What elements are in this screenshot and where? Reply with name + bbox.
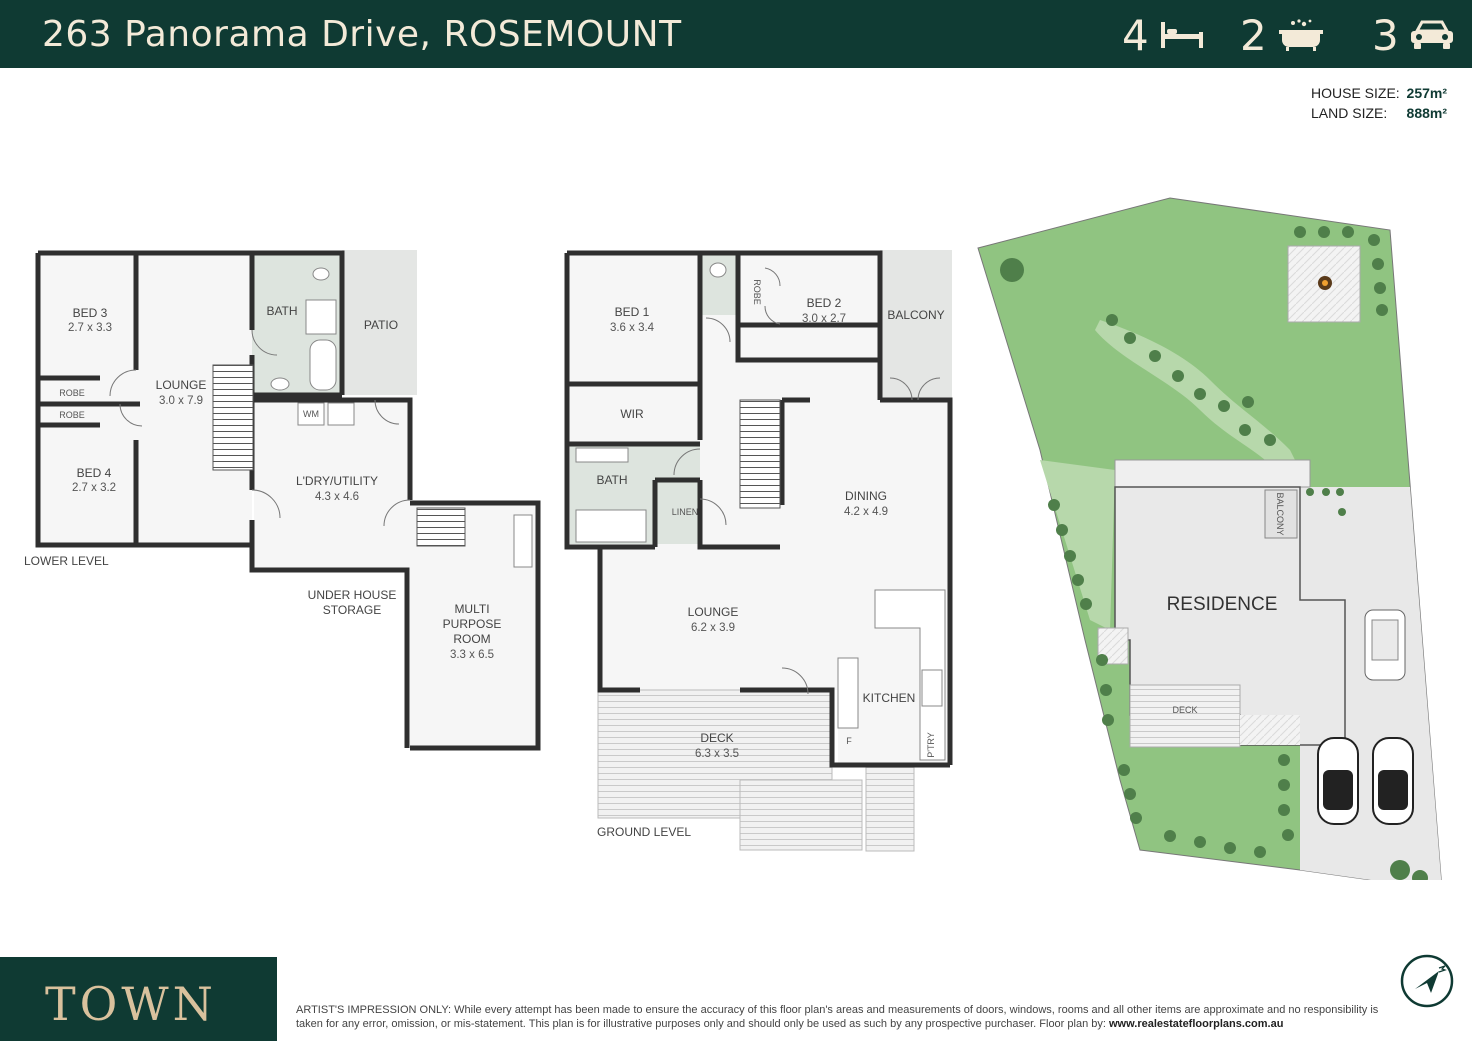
size-summary: HOUSE SIZE: 257m² LAND SIZE: 888m²: [1311, 85, 1447, 125]
bed4-dimensions: 2.7 x 3.2: [72, 482, 116, 494]
bed2-name: BED 2: [807, 296, 842, 310]
multi-room-dimensions: 3.3 x 6.5: [450, 649, 494, 661]
lower-level-label: LOWER LEVEL: [24, 554, 109, 568]
residence-label: RESIDENCE: [1167, 594, 1278, 615]
bathroom-number: 2: [1240, 10, 1267, 60]
ground-deck-dimensions: 6.3 x 3.5: [695, 748, 739, 760]
ground-stairs: [739, 399, 781, 509]
storage-line-2: STORAGE: [323, 603, 381, 617]
land-size-value: 888m²: [1406, 105, 1447, 121]
multi-room-bench: [513, 514, 533, 568]
floor-plan-drawing: BED 3 2.7 x 3.3 BED 4 2.7 x 3.2 ROBE ROB…: [24, 197, 1442, 880]
ground-toilet: [709, 262, 727, 278]
land-size-label: LAND SIZE:: [1311, 105, 1388, 121]
car-1-icon: [1317, 737, 1359, 825]
linen-label: LINEN: [672, 507, 699, 517]
bed1-dimensions: 3.6 x 3.4: [610, 322, 655, 334]
bedroom-count: 4: [1122, 10, 1205, 60]
lower-toilet: [312, 267, 330, 281]
lower-robe-2: ROBE: [59, 410, 85, 420]
lower-level-plan: BED 3 2.7 x 3.3 BED 4 2.7 x 3.2 ROBE ROB…: [24, 250, 541, 751]
bedroom-number: 4: [1122, 10, 1149, 60]
ground-vanity: [575, 447, 629, 463]
site-balcony-label: BALCONY: [1275, 492, 1285, 535]
lower-shower: [305, 299, 337, 335]
laundry-tub: [327, 402, 355, 426]
multi-room-line-3: ROOM: [453, 632, 490, 646]
balcony-floor: [880, 250, 952, 400]
kitchen-sink: [921, 669, 943, 707]
site-deck: [1129, 684, 1241, 748]
bed3-name: BED 3: [73, 306, 108, 320]
bed-icon: [1160, 22, 1203, 48]
ground-level-plan: BED 1 3.6 x 3.4 BED 2 3.0 x 2.7 ROBE BAL…: [564, 250, 953, 852]
fridge-label: F: [846, 736, 852, 746]
property-address: 263 Panorama Drive, ROSEMOUNT: [42, 14, 682, 55]
car-space-number: 3: [1372, 10, 1399, 60]
kitchen-steps: [865, 764, 915, 852]
pantry-label: P'TRY: [926, 732, 936, 758]
disclaimer-website: www.realestatefloorplans.com.au: [1109, 1018, 1284, 1030]
laundry-dimensions: 4.3 x 4.6: [315, 491, 359, 503]
lower-lounge-dimensions: 3.0 x 7.9: [159, 395, 203, 407]
brand-logo: TOWN: [45, 977, 217, 1031]
disclaimer: ARTIST'S IMPRESSION ONLY: While every at…: [296, 1003, 1406, 1031]
ground-level-label: GROUND LEVEL: [597, 825, 691, 839]
wm-label: WM: [303, 409, 319, 419]
dining-name: DINING: [845, 489, 887, 503]
lower-bath-name: BATH: [266, 304, 297, 318]
multi-room-stairs: [416, 507, 466, 547]
ground-bath-name: BATH: [596, 473, 627, 487]
house-size-label: HOUSE SIZE:: [1311, 85, 1400, 101]
lower-robe-1: ROBE: [59, 388, 85, 398]
car-space-count: 3: [1372, 10, 1455, 60]
floor-plans: BED 3 2.7 x 3.3 BED 4 2.7 x 3.2 ROBE ROB…: [0, 180, 1472, 880]
site-plan: RESIDENCE DECK BALCONY: [977, 197, 1442, 880]
ground-lounge-dimensions: 6.2 x 3.9: [691, 622, 735, 634]
multi-room-line-1: MULTI: [454, 602, 489, 616]
bed4-name: BED 4: [77, 466, 112, 480]
multi-room-line-2: PURPOSE: [443, 617, 502, 631]
patio-name: PATIO: [364, 318, 398, 332]
car-icon: [1410, 20, 1453, 49]
kitchen-cooktop-bench: [837, 657, 859, 729]
ground-robe-label: ROBE: [752, 279, 762, 305]
kitchen-name: KITCHEN: [863, 691, 916, 705]
dining-dimensions: 4.2 x 4.9: [844, 506, 888, 518]
deck-steps: [739, 779, 863, 851]
laundry-name: L'DRY/UTILITY: [296, 474, 378, 488]
lower-basin: [270, 377, 290, 391]
bathroom-count: 2: [1240, 10, 1325, 60]
balcony-name: BALCONY: [887, 308, 944, 322]
bed2-dimensions: 3.0 x 2.7: [802, 313, 846, 325]
ground-lounge-name: LOUNGE: [688, 605, 739, 619]
bathtub-icon: [1278, 19, 1323, 51]
lower-bathtub: [309, 339, 337, 391]
north-compass-icon: [1400, 954, 1454, 1008]
ground-deck-name: DECK: [700, 731, 733, 745]
header-bar: 263 Panorama Drive, ROSEMOUNT 4 2 3: [0, 0, 1472, 68]
bed1-name: BED 1: [615, 305, 650, 319]
lower-stairs: [212, 364, 254, 471]
site-deck-label: DECK: [1172, 705, 1197, 715]
lower-lounge-name: LOUNGE: [156, 378, 207, 392]
wir-name: WIR: [620, 407, 644, 421]
brand-panel: TOWN: [0, 957, 277, 1041]
bed3-dimensions: 2.7 x 3.3: [68, 322, 112, 334]
car-2-icon: [1372, 737, 1414, 825]
house-size-value: 257m²: [1406, 85, 1447, 101]
ground-bathtub: [575, 509, 647, 543]
storage-line-1: UNDER HOUSE: [308, 588, 397, 602]
